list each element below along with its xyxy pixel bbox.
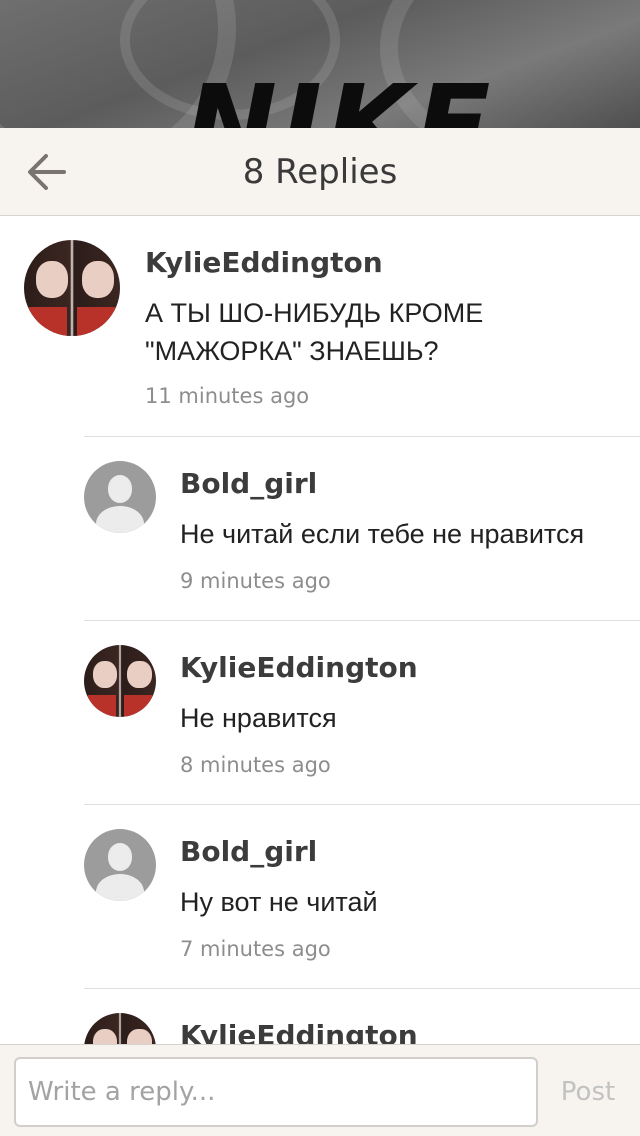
reply-timestamp: 9 minutes ago <box>180 569 331 593</box>
avatar[interactable] <box>24 240 120 336</box>
post-button[interactable]: Post <box>548 1057 628 1127</box>
reply-text: Ну вот не читай <box>180 887 378 917</box>
reply-username[interactable]: Bold_girl <box>180 835 317 868</box>
avatar[interactable] <box>84 461 156 533</box>
page-title: 8 Replies <box>242 152 398 192</box>
background-brand-text: NIKE <box>185 61 495 128</box>
avatar[interactable] <box>84 1013 156 1044</box>
reply-username[interactable]: Bold_girl <box>180 467 317 500</box>
reply-item: KylieEddington Не нравится 8 minutes ago <box>84 620 640 804</box>
comment-text: А ТЫ ШО-НИБУДЬ КРОМЕ "МАЖОРКА" ЗНАЕШЬ? <box>145 298 484 366</box>
replies-screen: NIKE 8 Replies KylieEddington А ТЫ ШО-НИ… <box>0 0 640 1136</box>
reply-bar: Post <box>0 1044 640 1136</box>
reply-username[interactable]: KylieEddington <box>180 1019 418 1044</box>
reply-text: Не нравится <box>180 703 337 733</box>
replies-header: 8 Replies <box>0 128 640 216</box>
avatar[interactable] <box>84 645 156 717</box>
reply-item: Bold_girl Не читай если тебе не нравится… <box>84 436 640 620</box>
comment-timestamp: 11 minutes ago <box>145 384 310 408</box>
reply-timestamp: 7 minutes ago <box>180 937 331 961</box>
comment-username[interactable]: KylieEddington <box>145 246 383 279</box>
reply-input[interactable] <box>14 1057 538 1127</box>
reply-text: Не читай если тебе не нравится <box>180 519 585 549</box>
avatar[interactable] <box>84 829 156 901</box>
reply-timestamp: 8 minutes ago <box>180 753 331 777</box>
background-cover-image: NIKE <box>0 0 640 128</box>
reply-item: Bold_girl Ну вот не читай 7 minutes ago <box>84 804 640 988</box>
reply-item: KylieEddington <box>84 988 640 1044</box>
reply-username[interactable]: KylieEddington <box>180 651 418 684</box>
comment-item: KylieEddington А ТЫ ШО-НИБУДЬ КРОМЕ "МАЖ… <box>0 216 640 436</box>
replies-list[interactable]: KylieEddington А ТЫ ШО-НИБУДЬ КРОМЕ "МАЖ… <box>0 216 640 1044</box>
